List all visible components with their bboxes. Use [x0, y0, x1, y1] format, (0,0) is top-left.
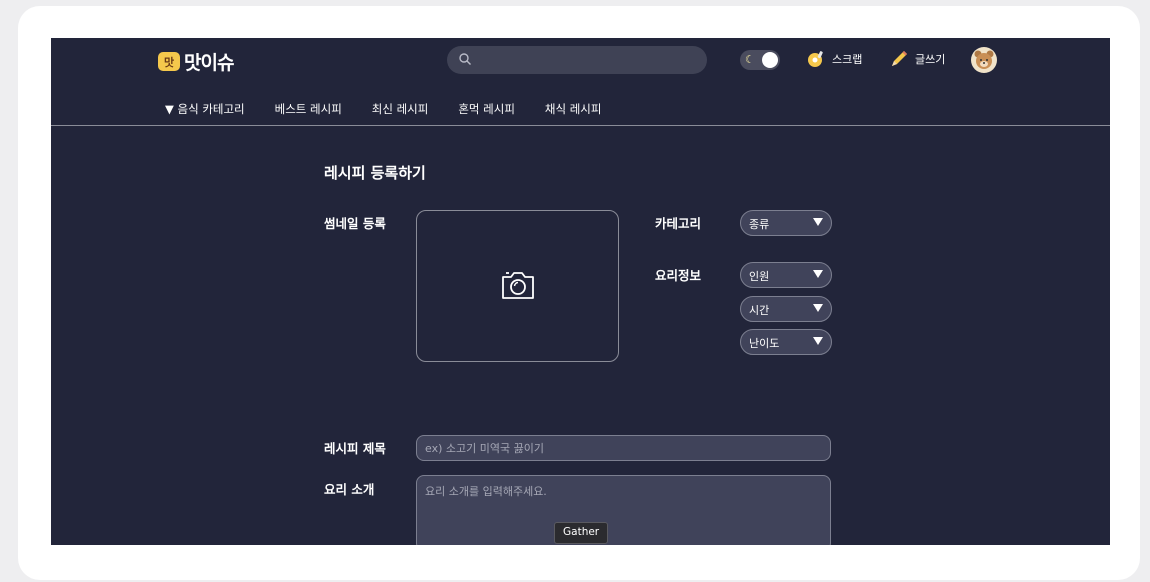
servings-select[interactable]: 인원 [740, 262, 832, 288]
toggle-knob [762, 52, 778, 68]
scrap-link[interactable]: 스크랩 [806, 50, 862, 68]
app-viewport: 맛 맛이슈 ☾ 스크랩 글쓰기 ▼ 음식 카테고리 베스트 레시피 최신 레시피… [51, 38, 1110, 545]
write-label: 글쓰기 [915, 53, 946, 66]
search-icon [459, 53, 471, 65]
logo[interactable]: 맛 맛이슈 [158, 48, 234, 75]
nav-divider [51, 125, 1110, 126]
moon-icon: ☾ [745, 53, 755, 66]
logo-text: 맛이슈 [184, 52, 234, 74]
page-title: 레시피 등록하기 [324, 164, 426, 182]
nav-item-solo-recipes[interactable]: 혼먹 레시피 [458, 101, 515, 117]
scrap-icon [808, 51, 823, 67]
nav-item-vegan-recipes[interactable]: 채식 레시피 [545, 101, 602, 117]
nav-item-latest-recipes[interactable]: 최신 레시피 [372, 101, 429, 117]
dark-mode-toggle[interactable]: ☾ [740, 50, 780, 70]
camera-icon [502, 272, 534, 299]
category-select[interactable]: 종류 [740, 210, 832, 236]
caret-down-icon [813, 304, 823, 312]
pencil-icon [892, 51, 907, 66]
cooking-info-label: 요리정보 [655, 268, 702, 283]
recipe-title-label: 레시피 제목 [324, 441, 386, 456]
time-select-value: 시간 [749, 304, 770, 317]
caret-down-icon [813, 218, 823, 226]
write-link[interactable]: 글쓰기 [889, 50, 945, 68]
thumbnail-upload[interactable] [416, 210, 619, 362]
difficulty-select-value: 난이도 [749, 337, 780, 350]
time-select[interactable]: 시간 [740, 296, 832, 322]
avatar[interactable] [971, 47, 997, 73]
logo-badge: 맛 [158, 52, 180, 71]
category-select-value: 종류 [749, 218, 770, 231]
caret-down-icon [813, 337, 823, 345]
nav-item-best-recipes[interactable]: 베스트 레시피 [275, 101, 342, 117]
nav-item-food-category[interactable]: ▼ 음식 카테고리 [165, 101, 245, 117]
difficulty-select[interactable]: 난이도 [740, 329, 832, 355]
servings-select-value: 인원 [749, 270, 770, 283]
intro-textarea[interactable] [416, 475, 831, 545]
intro-label: 요리 소개 [324, 482, 375, 497]
caret-down-icon [813, 270, 823, 278]
thumbnail-label: 썸네일 등록 [324, 216, 386, 231]
recipe-title-input[interactable] [416, 435, 831, 461]
category-nav: ▼ 음식 카테고리 베스트 레시피 최신 레시피 혼먹 레시피 채식 레시피 [165, 101, 601, 117]
category-label: 카테고리 [655, 216, 702, 231]
scrap-label: 스크랩 [832, 53, 863, 66]
search-input[interactable] [447, 46, 707, 74]
bear-avatar-icon [974, 50, 994, 69]
tooltip: Gather [554, 522, 609, 544]
